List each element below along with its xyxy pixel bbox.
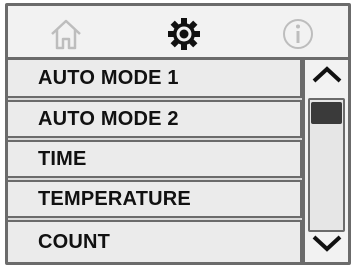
- menu-item-auto-mode-1[interactable]: AUTO MODE 1: [8, 60, 302, 98]
- info-icon[interactable]: [280, 16, 316, 52]
- menu-item-label: COUNT: [38, 230, 111, 253]
- menu-scrollbar[interactable]: [302, 60, 348, 262]
- menu-item-label: AUTO MODE 2: [38, 107, 179, 130]
- settings-screen: AUTO MODE 1 AUTO MODE 2 TIME TEMPERATURE…: [5, 3, 351, 265]
- menu-item-auto-mode-2[interactable]: AUTO MODE 2: [8, 100, 302, 138]
- menu-item-label: AUTO MODE 1: [38, 66, 179, 89]
- menu-item-label: TIME: [38, 147, 87, 170]
- top-navigation-bar: [8, 6, 348, 60]
- gear-icon[interactable]: [166, 16, 202, 52]
- scroll-up-button[interactable]: [305, 60, 348, 94]
- menu-item-label: TEMPERATURE: [38, 187, 191, 210]
- settings-menu-list: AUTO MODE 1 AUTO MODE 2 TIME TEMPERATURE…: [8, 60, 302, 262]
- menu-item-count[interactable]: COUNT: [8, 220, 302, 262]
- scroll-thumb[interactable]: [311, 102, 342, 124]
- menu-item-temperature[interactable]: TEMPERATURE: [8, 180, 302, 218]
- scroll-track[interactable]: [308, 98, 345, 232]
- menu-item-time[interactable]: TIME: [8, 140, 302, 178]
- arrow-down-icon: [311, 234, 343, 257]
- home-icon[interactable]: [48, 16, 84, 52]
- scroll-down-button[interactable]: [305, 228, 348, 262]
- arrow-up-icon: [311, 65, 343, 89]
